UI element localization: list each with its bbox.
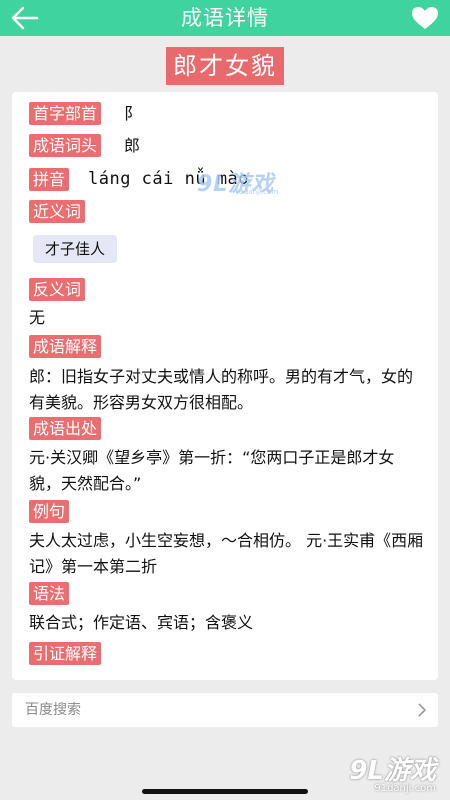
example-label: 例句	[29, 500, 70, 523]
pinyin-row: 拼音	[29, 168, 70, 191]
source-label: 成语出处	[29, 417, 102, 440]
watermark-url: 91danji.com	[235, 188, 279, 196]
idiom-title: 郎才女貌	[0, 47, 450, 85]
heart-icon	[412, 7, 438, 29]
head-label: 成语词头	[29, 134, 102, 157]
source-row: 成语出处	[29, 417, 102, 440]
usage-row: 语法	[29, 582, 70, 605]
favorite-button[interactable]	[410, 5, 440, 31]
usage-label: 语法	[29, 582, 70, 605]
radical-value: 阝	[124, 104, 141, 123]
corner-watermark: 9L游戏 91danji.com	[349, 750, 436, 794]
home-indicator[interactable]	[142, 789, 308, 794]
citation-label: 引证解释	[29, 642, 102, 665]
search-input[interactable]: 百度搜索	[12, 693, 438, 727]
example-row: 例句	[29, 500, 70, 523]
antonym-row: 反义词	[29, 278, 86, 301]
synonym-chip[interactable]: 才子佳人	[33, 235, 118, 263]
synonym-row: 近义词	[29, 200, 86, 223]
detail-card: 首字部首 阝 成语词头 郎 拼音 láng cái nǚ mào 9L游戏 91…	[12, 92, 438, 680]
source-value: 元·关汉卿《望乡亭》第一折：“您两口子正是郎才女貌，天然配合。”	[29, 448, 395, 493]
example-value: 夫人太过虑，小生空妄想，～合相仿。 元·王实甫《西厢记》第一本第二折	[29, 531, 424, 576]
chevron-right-icon	[418, 703, 427, 717]
corner-watermark-text: 9L游戏	[349, 756, 436, 786]
pinyin-label: 拼音	[29, 168, 70, 191]
head-row: 成语词头	[29, 134, 102, 157]
synonym-label: 近义词	[29, 200, 86, 223]
usage-value: 联合式；作定语、宾语；含褒义	[29, 613, 254, 632]
antonym-label: 反义词	[29, 278, 86, 301]
radical-label: 首字部首	[29, 102, 102, 125]
top-bar: 成语详情	[0, 0, 450, 36]
head-value: 郎	[124, 136, 141, 155]
explain-value: 郎：旧指女子对丈夫或情人的称呼。男的有才气，女的有美貌。形容男女双方很相配。	[29, 367, 414, 412]
page-title: 成语详情	[181, 6, 269, 30]
explain-label: 成语解释	[29, 335, 102, 358]
antonym-value: 无	[29, 308, 46, 327]
explain-row: 成语解释	[29, 335, 102, 358]
idiom-word: 郎才女貌	[166, 47, 284, 85]
radical-row: 首字部首	[29, 102, 102, 125]
watermark-logo: 9L游戏 91danji.com	[197, 166, 278, 198]
search-placeholder: 百度搜索	[25, 702, 81, 718]
citation-row: 引证解释	[29, 642, 102, 665]
